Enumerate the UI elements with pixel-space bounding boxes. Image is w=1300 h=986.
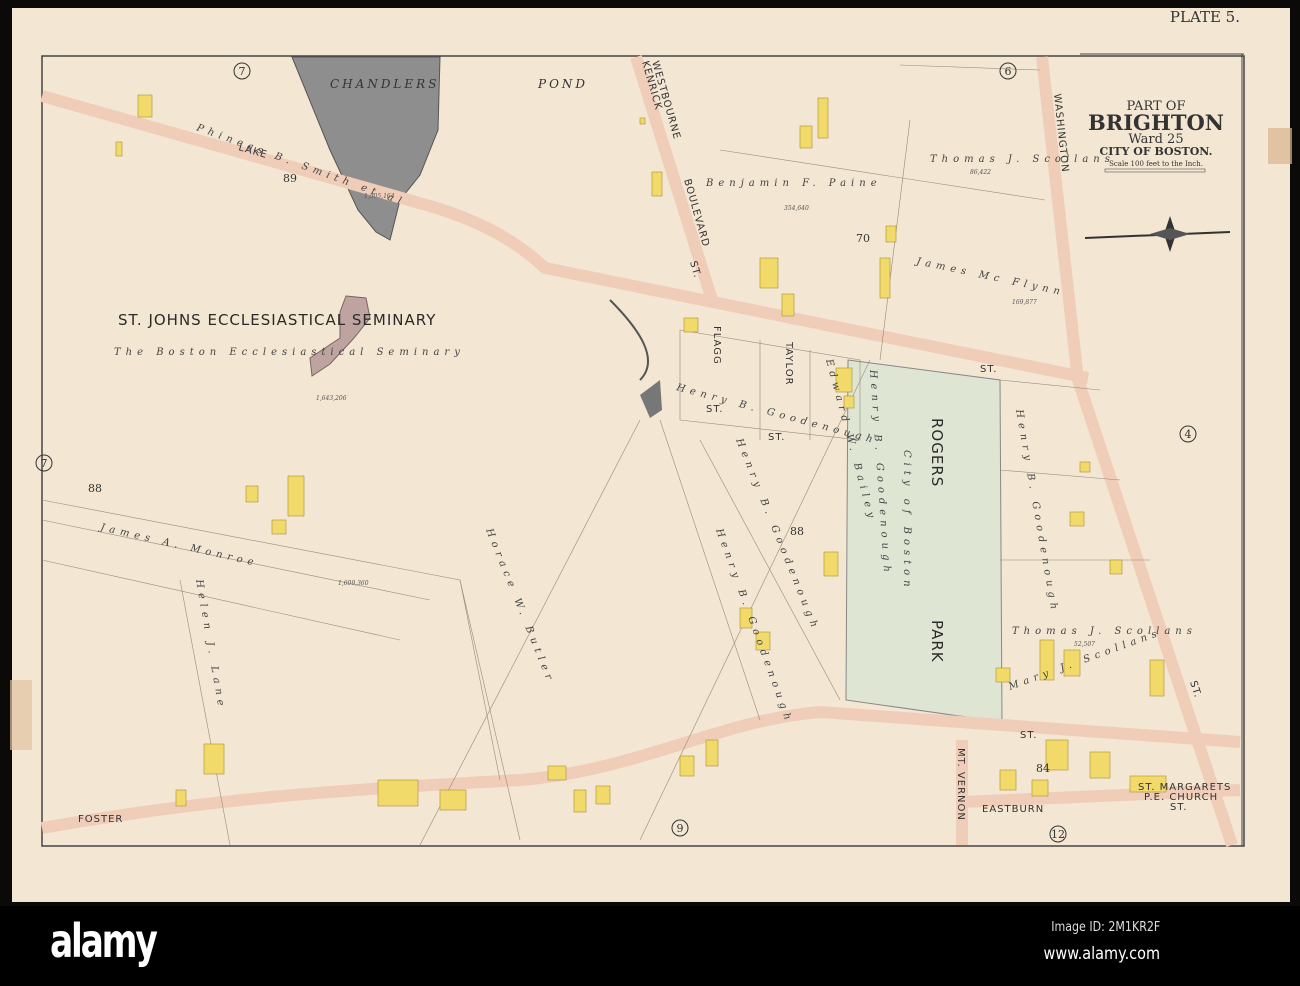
area-figure: 86,422: [970, 169, 991, 176]
area-figure: 1,505,164: [364, 193, 395, 200]
street-label-flagg: FLAGG: [711, 326, 722, 365]
park-label: ROGERS: [928, 418, 946, 487]
street-label-eastburn: EASTBURN: [982, 804, 1044, 815]
image-id: Image ID: 2M1KR2F: [1050, 920, 1160, 935]
ward-number: 7: [41, 457, 48, 470]
tape-stain: [1268, 128, 1292, 164]
area-figure: 169,877: [1012, 299, 1037, 306]
pond-label: POND: [537, 77, 588, 91]
park-owner: City of Boston: [901, 450, 912, 592]
ward-number: 7: [239, 65, 246, 78]
ward-number: 9: [677, 822, 684, 835]
block-number: 88: [88, 482, 102, 495]
area-figure: 1,609,360: [338, 580, 369, 587]
street-label-st: ST.: [980, 364, 997, 375]
ward-number: 12: [1051, 828, 1065, 841]
street-label-st: ST.: [1170, 802, 1187, 813]
park-label: PARK: [928, 620, 946, 663]
title-scale: Scale 100 feet to the Inch.: [1109, 160, 1203, 168]
area-figure: 354,640: [784, 205, 809, 212]
atlas-plate-map: PLATE 5. PART OF BRIGHTON Ward 25 CITY O…: [0, 0, 1300, 906]
rogers-park: [845, 359, 1003, 723]
block-number: 88: [790, 525, 804, 538]
alamy-logo: alamy: [50, 914, 158, 968]
tape-stain: [10, 680, 32, 750]
watermark-footer: alamy Image ID: 2M1KR2F www.alamy.com: [0, 906, 1300, 986]
street-label-st: ST.: [706, 404, 723, 415]
street-label-mt-vernon: MT. VERNON: [955, 748, 966, 821]
seminary-owner: The Boston Ecclesiastical Seminary: [114, 347, 465, 358]
street-label-foster: FOSTER: [78, 814, 123, 825]
ward-number: 4: [1185, 428, 1192, 441]
owner-label: Thomas J. Scollans: [930, 154, 1115, 165]
seminary-label: ST. JOHNS ECCLESIASTICAL SEMINARY: [118, 311, 436, 329]
street-label-st: ST.: [1020, 730, 1037, 741]
street-label-taylor: TAYLOR: [783, 341, 794, 386]
street-label-st: ST.: [768, 432, 785, 443]
owner-label: Benjamin F. Paine: [705, 178, 882, 189]
plate-number: PLATE 5.: [1170, 8, 1240, 26]
pond-label: CHANDLERS: [330, 77, 439, 91]
title-city: CITY OF BOSTON.: [1100, 145, 1213, 158]
site-url: www.alamy.com: [1043, 944, 1160, 964]
area-figure: 52,507: [1074, 641, 1095, 648]
block-number: 84: [1036, 762, 1050, 775]
ward-number: 6: [1005, 65, 1012, 78]
area-figure: 1,643,206: [316, 395, 347, 402]
owner-label: Thomas J. Scollans: [1012, 626, 1197, 637]
block-number: 70: [856, 232, 870, 245]
block-number: 89: [283, 172, 297, 185]
